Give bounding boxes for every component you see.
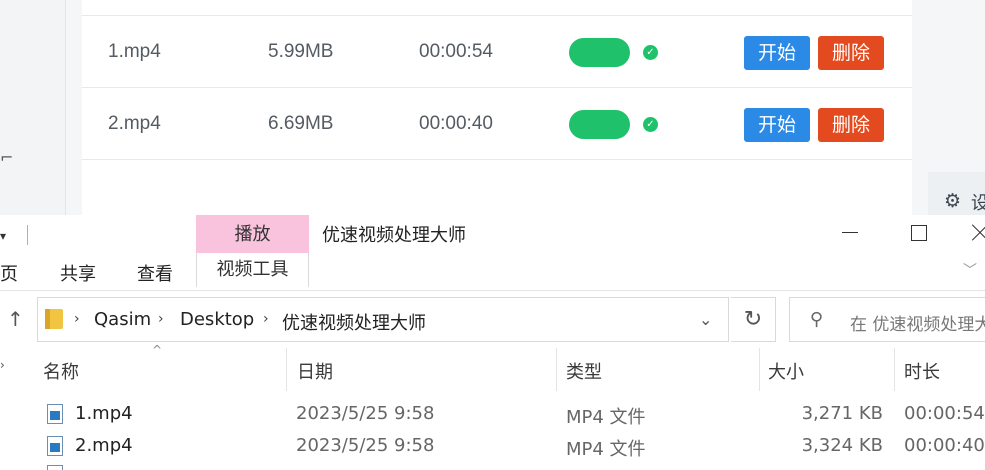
tab-view[interactable]: 查看 <box>137 260 173 286</box>
column-header-name[interactable]: 名称 <box>43 358 79 384</box>
task-file-size: 6.69MB <box>268 113 334 134</box>
minimize-button[interactable] <box>835 217 865 247</box>
breadcrumb-qasim[interactable]: Qasim <box>94 309 151 330</box>
settings-label[interactable]: 设 <box>971 189 985 215</box>
column-header-date[interactable]: 日期 <box>297 358 333 384</box>
breadcrumb-current-folder[interactable]: 优速视频处理大师 <box>282 309 426 335</box>
column-divider[interactable] <box>286 348 287 391</box>
search-icon: ⚲ <box>810 309 824 330</box>
chevron-down-icon[interactable]: ﹀ <box>963 260 985 280</box>
file-icon-partial <box>47 465 63 470</box>
chevron-right-icon[interactable]: › <box>263 311 269 327</box>
file-name[interactable]: 1.mp4 <box>75 403 133 424</box>
progress-pill <box>569 38 630 67</box>
file-row[interactable]: 1.mp4 2023/5/25 9:58 MP4 文件 3,271 KB 00:… <box>37 401 985 431</box>
column-header-type[interactable]: 类型 <box>566 358 602 384</box>
delete-button[interactable]: 删除 <box>818 108 884 142</box>
close-button[interactable] <box>968 217 985 247</box>
folder-icon <box>45 309 63 329</box>
check-icon: ✓ <box>643 117 658 132</box>
tab-video-tools[interactable]: 视频工具 <box>196 253 309 287</box>
task-file-size: 5.99MB <box>268 41 334 62</box>
table-divider <box>82 159 912 160</box>
breadcrumb-desktop[interactable]: Desktop <box>180 309 254 330</box>
refresh-button[interactable]: ↻ <box>731 297 776 342</box>
file-type: MP4 文件 <box>566 439 646 460</box>
chevron-right-icon[interactable]: › <box>74 311 80 327</box>
tab-home[interactable]: 页 <box>0 260 18 286</box>
file-task-table: 1.mp4 5.99MB 00:00:54 ✓ 开始 删除 2.mp4 6.69… <box>82 0 912 215</box>
file-duration: 00:00:54 <box>904 403 985 424</box>
app-sidebar: ⌐ <box>0 0 66 215</box>
sidebar-item-glyph[interactable]: ⌐ <box>0 148 13 167</box>
search-input[interactable]: ⚲ 在 优速视频处理大师 中搜索 <box>789 297 985 342</box>
task-file-name: 2.mp4 <box>108 113 161 134</box>
column-divider[interactable] <box>894 348 895 391</box>
chevron-down-icon[interactable]: ⌄ <box>699 310 712 329</box>
start-button[interactable]: 开始 <box>744 36 810 70</box>
task-duration: 00:00:54 <box>419 41 493 62</box>
task-row: 2.mp4 6.69MB 00:00:40 ✓ 开始 删除 <box>82 87 912 159</box>
file-duration: 00:00:40 <box>904 435 985 456</box>
file-size: 3,271 KB <box>801 403 883 424</box>
gear-icon[interactable]: ⚙ <box>944 190 961 212</box>
search-placeholder: 在 优速视频处理大师 中搜索 <box>850 315 985 335</box>
task-row: 1.mp4 5.99MB 00:00:54 ✓ 开始 删除 <box>82 15 912 87</box>
task-duration: 00:00:40 <box>419 113 493 134</box>
tab-share[interactable]: 共享 <box>60 260 96 286</box>
tab-play[interactable]: 播放 <box>196 215 309 253</box>
maximize-button[interactable] <box>903 217 933 247</box>
check-icon: ✓ <box>643 45 658 60</box>
column-header-size[interactable]: 大小 <box>768 358 804 384</box>
up-arrow-icon[interactable]: ↑ <box>7 307 24 331</box>
ribbon-divider <box>0 290 985 291</box>
toolbar-separator <box>27 225 28 245</box>
chevron-right-icon[interactable]: › <box>158 311 164 327</box>
video-file-icon <box>47 436 63 456</box>
progress-pill <box>569 110 630 139</box>
file-date: 2023/5/25 9:58 <box>296 435 435 456</box>
file-size: 3,324 KB <box>801 435 883 456</box>
column-header-duration[interactable]: 时长 <box>904 358 940 384</box>
quick-access-dropdown-icon[interactable]: ▾ <box>0 229 6 243</box>
sort-ascending-icon: ^ <box>152 343 163 357</box>
file-row[interactable]: 2.mp4 2023/5/25 9:58 MP4 文件 3,324 KB 00:… <box>37 433 985 463</box>
file-date: 2023/5/25 9:58 <box>296 403 435 424</box>
task-file-name: 1.mp4 <box>108 41 161 62</box>
file-name[interactable]: 2.mp4 <box>75 435 133 456</box>
nav-pane-expand-icon[interactable]: › <box>0 358 5 372</box>
start-button[interactable]: 开始 <box>744 108 810 142</box>
file-type: MP4 文件 <box>566 407 646 428</box>
video-tool-window: ⌐ 1.mp4 5.99MB 00:00:54 ✓ 开始 删除 2.mp4 6.… <box>0 0 985 215</box>
column-divider[interactable] <box>759 348 760 391</box>
video-file-icon <box>47 404 63 424</box>
address-bar[interactable]: › Qasim › Desktop › 优速视频处理大师 ⌄ <box>37 297 729 342</box>
file-explorer-window: ▾ 播放 视频工具 优速视频处理大师 页 共享 查看 ﹀ ↑ › Qasim ›… <box>0 215 985 470</box>
column-divider[interactable] <box>556 348 557 391</box>
delete-button[interactable]: 删除 <box>818 36 884 70</box>
window-title: 优速视频处理大师 <box>322 225 466 246</box>
